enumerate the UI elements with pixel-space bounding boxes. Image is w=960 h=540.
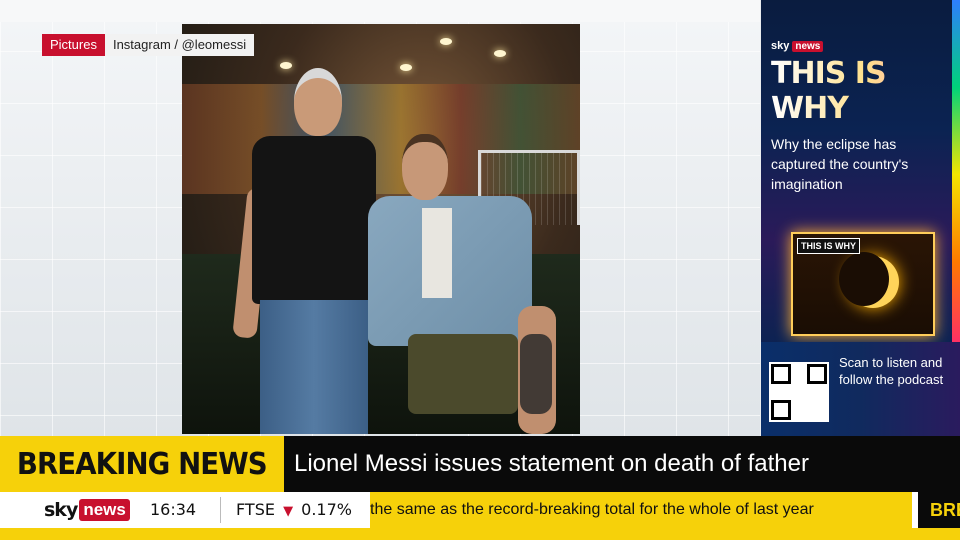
divider <box>220 497 221 523</box>
ticker-scroll-text: the same as the record-breaking total fo… <box>370 501 814 518</box>
clock: 16:34 <box>150 500 197 519</box>
scan-instructions: Scan to listen and follow the podcast <box>839 355 944 387</box>
ceiling-light <box>400 64 412 71</box>
ticker-next-item: BRE <box>918 492 960 528</box>
market-change: 0.17% <box>301 500 352 519</box>
caption-tag: Pictures <box>42 34 105 56</box>
caption-source: Instagram / @leomessi <box>104 34 255 56</box>
broadcast-frame: Pictures Instagram / @leomessi sky news … <box>0 0 960 540</box>
promo-brand: sky news <box>771 40 824 52</box>
thumbnail-badge: THIS IS WHY <box>797 238 861 254</box>
qr-code-icon <box>769 362 829 422</box>
person-kneeling <box>368 134 578 434</box>
top-strip <box>0 0 760 22</box>
sky-news-logo: sky news <box>44 499 130 521</box>
moon-icon <box>839 252 889 306</box>
podcast-cta: Scan to listen and follow the podcast <box>761 342 960 436</box>
promo-panel: sky news THIS IS WHY Why the eclipse has… <box>761 0 960 436</box>
news-photo <box>182 24 580 434</box>
person-standing <box>232 68 382 434</box>
market-index: FTSE ▼ 0.17% <box>236 492 352 528</box>
down-arrow-icon: ▼ <box>283 504 294 519</box>
bottom-bar <box>0 528 960 540</box>
ceiling-light <box>494 50 506 57</box>
market-name: FTSE <box>236 500 275 519</box>
photo-caption: Pictures Instagram / @leomessi <box>42 34 255 56</box>
headline: Lionel Messi issues statement on death o… <box>294 450 809 477</box>
breaking-news-label: BREAKING NEWS <box>0 436 284 492</box>
promo-description: Why the eclipse has captured the country… <box>771 136 909 192</box>
ceiling-light <box>440 38 452 45</box>
eclipse-thumbnail: THIS IS WHY <box>791 232 935 336</box>
promo-title: THIS IS WHY <box>771 56 960 126</box>
